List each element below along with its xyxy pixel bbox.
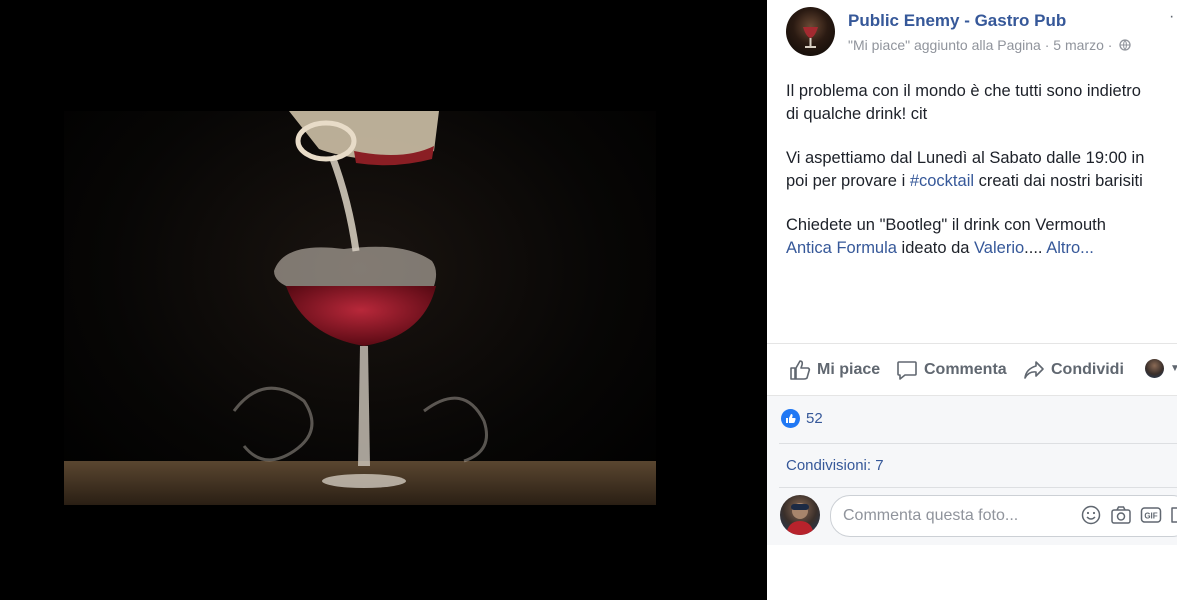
divider [779,443,1177,444]
post-as-selector[interactable]: ▼ [1145,359,1177,378]
comment-input[interactable]: Commenta questa foto... GIF [830,495,1177,537]
post-paragraph-2: Vi aspettiamo dal Lunedì al Sabato dalle… [786,147,1177,193]
post-text: ideato da [896,239,975,257]
page-avatar[interactable] [786,7,835,56]
see-more-link[interactable]: Altro... [1046,239,1094,257]
page-name-link[interactable]: Public Enemy - Gastro Pub [848,11,1066,31]
cocktail-photo[interactable] [64,111,656,505]
share-label: Condividi [1051,361,1124,378]
share-arrow-icon [1024,361,1044,379]
more-options-icon[interactable]: ·· [1169,8,1177,26]
shares-count-link[interactable]: Condivisioni: 7 [786,457,884,474]
photo-viewer [0,0,767,600]
mention-link[interactable]: Antica Formula [786,239,897,257]
gif-icon[interactable]: GIF [1140,505,1162,525]
comment-placeholder: Commenta questa foto... [843,507,1019,524]
mention-link[interactable]: Valerio [974,239,1024,257]
post-text: Vi aspettiamo dal Lunedì al Sabato dalle… [786,149,1145,167]
panel-footer [767,545,1177,600]
globe-icon[interactable] [1119,39,1131,51]
viewer-mini-avatar [1145,359,1164,378]
post-text: .... [1024,239,1047,257]
post-text: creati dai nostri barisiti [974,172,1143,190]
share-button[interactable]: Condividi [1023,359,1124,381]
comment-label: Commenta [924,361,1007,378]
post-meta-text: "Mi piace" aggiunto alla Pagina · 5 marz… [848,37,1113,53]
divider [779,487,1177,488]
comment-button[interactable]: Commenta [896,359,1007,381]
post-text: di qualche drink! cit [786,105,928,123]
like-label: Mi piace [817,361,881,378]
like-button[interactable]: Mi piace [789,359,880,381]
post-text: poi per provare i [786,172,910,190]
post-body: Il problema con il mondo è che tutti son… [786,80,1177,281]
post-header: Public Enemy - Gastro Pub "Mi piace" agg… [767,0,1177,70]
post-text: Il problema con il mondo è che tutti son… [786,82,1141,100]
viewer-avatar-glyph [786,503,814,535]
emoji-icon[interactable] [1081,505,1101,525]
cocktail-illustration [64,111,656,505]
post-side-panel: Public Enemy - Gastro Pub "Mi piace" agg… [767,0,1177,600]
comment-bubble-icon [897,361,917,380]
hashtag-link[interactable]: #cocktail [910,172,974,190]
svg-text:GIF: GIF [1144,512,1157,521]
chevron-down-icon: ▼ [1170,363,1177,374]
post-meta: "Mi piace" aggiunto alla Pagina · 5 marz… [848,37,1131,53]
thumbs-up-icon [786,414,796,423]
thumbs-up-icon [790,360,811,380]
post-paragraph-1: Il problema con il mondo è che tutti son… [786,80,1177,126]
post-paragraph-3: Chiedete un "Bootleg" il drink con Vermo… [786,214,1177,260]
camera-icon[interactable] [1110,505,1132,525]
avatar-cocktail-glyph [803,27,818,48]
like-count[interactable]: 52 [806,410,823,427]
post-stats: 52 Condivisioni: 7 Commenta questa foto.… [767,395,1177,546]
post-actions-bar: Mi piace Commenta Condividi ▼ [767,343,1177,396]
viewer-avatar[interactable] [780,495,820,535]
like-reaction-icon[interactable] [781,409,800,428]
post-text: Chiedete un "Bootleg" il drink con Vermo… [786,216,1106,234]
sticker-icon[interactable] [1169,505,1177,525]
